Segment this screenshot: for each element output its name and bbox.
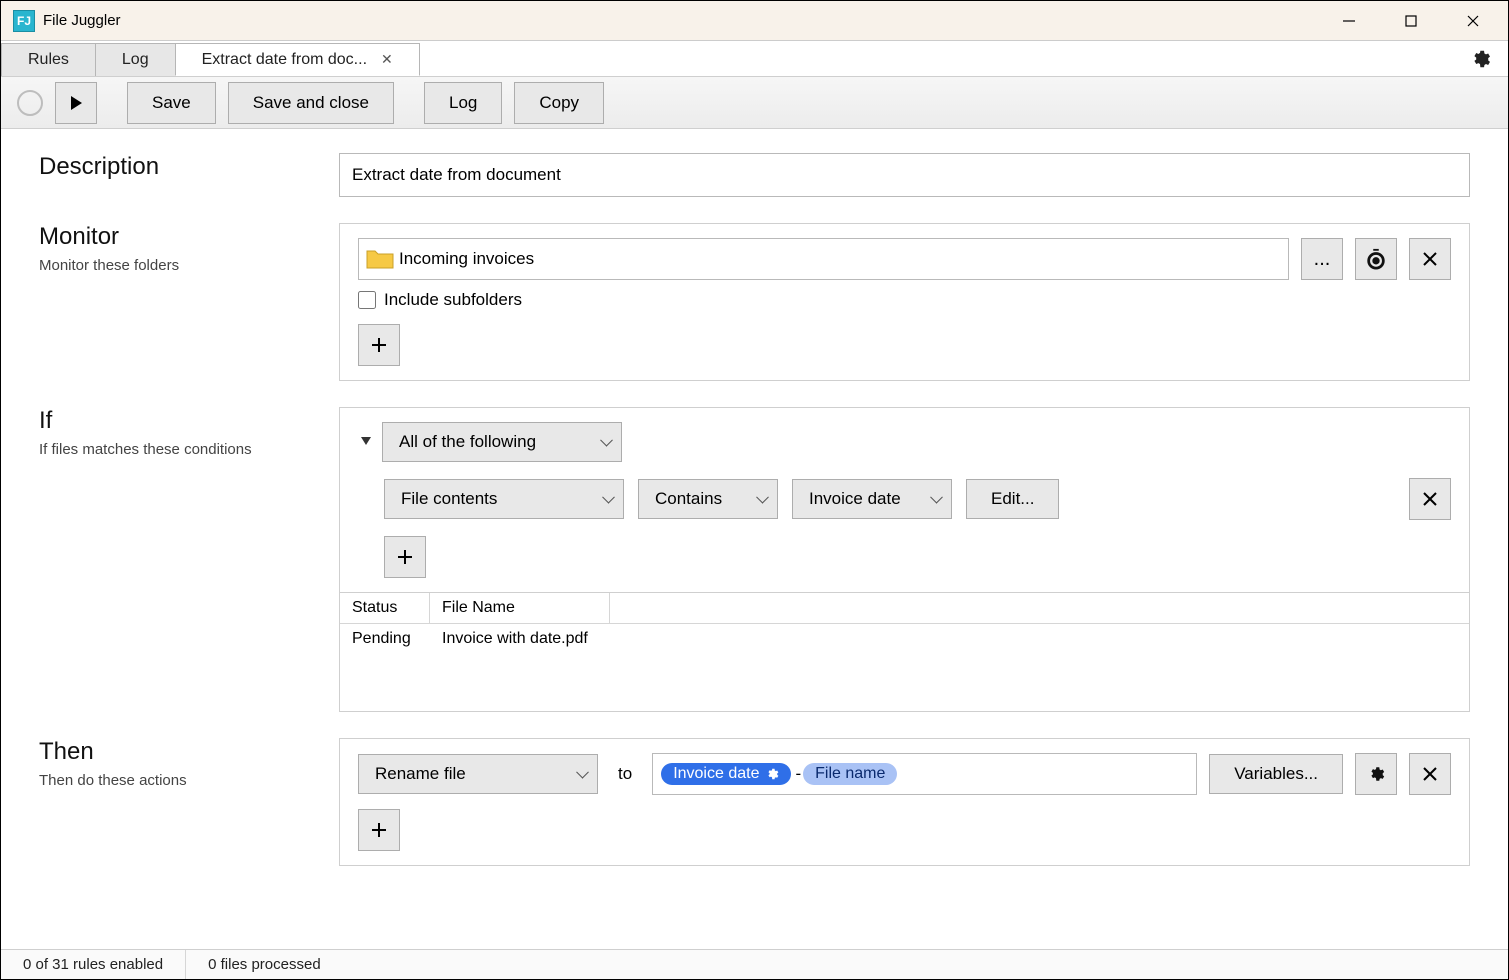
variable-pill-file-name[interactable]: File name [803, 763, 897, 785]
maximize-button[interactable] [1380, 1, 1442, 41]
collapse-toggle[interactable] [358, 434, 374, 450]
toolbar: Save Save and close Log Copy [1, 77, 1508, 129]
pill-label: File name [815, 765, 885, 783]
monitor-heading: Monitor [39, 223, 329, 251]
gear-icon[interactable] [765, 767, 779, 781]
tab-label: Log [122, 51, 149, 69]
copy-button[interactable]: Copy [514, 82, 604, 124]
description-heading: Description [39, 153, 329, 181]
button-label: Copy [539, 93, 579, 113]
monitor-section: Monitor Monitor these folders Incoming i… [39, 223, 1470, 381]
remove-condition-button[interactable] [1409, 478, 1451, 520]
save-and-close-button[interactable]: Save and close [228, 82, 394, 124]
status-rules: 0 of 31 rules enabled [1, 950, 186, 979]
add-condition-button[interactable] [384, 536, 426, 578]
pill-label: Invoice date [673, 765, 759, 783]
matches-table: Status File Name Pending Invoice with da… [339, 592, 1470, 712]
tab-label: Rules [28, 51, 69, 69]
tab-log[interactable]: Log [95, 43, 176, 76]
close-tab-icon[interactable]: ✕ [381, 51, 393, 68]
action-dropdown[interactable]: Rename file [358, 754, 598, 794]
monitor-subtext: Monitor these folders [39, 257, 329, 274]
tab-label: Extract date from doc... [202, 51, 367, 69]
dropdown-value: All of the following [399, 432, 536, 452]
description-section: Description [39, 153, 1470, 197]
condition-group-dropdown[interactable]: All of the following [382, 422, 622, 462]
add-folder-button[interactable] [358, 324, 400, 366]
then-heading: Then [39, 738, 329, 766]
tab-current-rule[interactable]: Extract date from doc... ✕ [175, 43, 420, 76]
save-button[interactable]: Save [127, 82, 216, 124]
then-section: Then Then do these actions Rename file t… [39, 738, 1470, 866]
include-subfolders-checkbox[interactable] [358, 291, 376, 309]
col-status[interactable]: Status [340, 593, 430, 623]
log-button[interactable]: Log [424, 82, 502, 124]
cell-status: Pending [352, 630, 442, 648]
status-files: 0 files processed [186, 950, 343, 979]
separator-text: - [795, 764, 801, 784]
dropdown-value: Invoice date [809, 489, 901, 509]
monitor-folder-input[interactable]: Incoming invoices [358, 238, 1289, 280]
then-subtext: Then do these actions [39, 772, 329, 789]
include-subfolders-label: Include subfolders [384, 290, 522, 310]
if-heading: If [39, 407, 329, 435]
main-content: Description Monitor Monitor these folder… [1, 129, 1508, 949]
dropdown-value: Rename file [375, 764, 466, 784]
variables-button[interactable]: Variables... [1209, 754, 1343, 794]
button-label: Edit... [991, 489, 1034, 509]
folder-path: Incoming invoices [399, 249, 534, 269]
description-input[interactable] [339, 153, 1470, 197]
button-label: Log [449, 93, 477, 113]
minimize-button[interactable] [1318, 1, 1380, 41]
button-label: Save and close [253, 93, 369, 113]
if-subtext: If files matches these conditions [39, 441, 329, 458]
dropdown-value: Contains [655, 489, 722, 509]
settings-button[interactable] [1462, 41, 1498, 76]
action-value-input[interactable]: Invoice date - File name [652, 753, 1197, 795]
ellipsis-label: ... [1314, 248, 1331, 271]
status-indicator [17, 90, 43, 116]
edit-condition-button[interactable]: Edit... [966, 479, 1059, 519]
title-bar: FJ File Juggler [1, 1, 1508, 41]
col-filename[interactable]: File Name [430, 593, 610, 623]
status-bar: 0 of 31 rules enabled 0 files processed [1, 949, 1508, 979]
condition-value-dropdown[interactable]: Invoice date [792, 479, 952, 519]
folder-icon [365, 247, 395, 271]
add-action-button[interactable] [358, 809, 400, 851]
app-icon: FJ [13, 10, 35, 32]
run-button[interactable] [55, 82, 97, 124]
table-row[interactable]: Pending Invoice with date.pdf [340, 624, 1469, 654]
to-label: to [618, 764, 632, 784]
condition-field-dropdown[interactable]: File contents [384, 479, 624, 519]
remove-folder-button[interactable] [1409, 238, 1451, 280]
action-settings-button[interactable] [1355, 753, 1397, 795]
timer-button[interactable] [1355, 238, 1397, 280]
close-window-button[interactable] [1442, 1, 1504, 41]
remove-action-button[interactable] [1409, 753, 1451, 795]
tab-rules[interactable]: Rules [1, 43, 96, 76]
button-label: Save [152, 93, 191, 113]
dropdown-value: File contents [401, 489, 497, 509]
cell-filename: Invoice with date.pdf [442, 630, 1457, 648]
condition-operator-dropdown[interactable]: Contains [638, 479, 778, 519]
browse-folder-button[interactable]: ... [1301, 238, 1343, 280]
app-title: File Juggler [43, 12, 121, 29]
button-label: Variables... [1234, 764, 1318, 784]
if-section: If If files matches these conditions All… [39, 407, 1470, 712]
tab-strip: Rules Log Extract date from doc... ✕ [1, 41, 1508, 77]
variable-pill-invoice-date[interactable]: Invoice date [661, 763, 791, 785]
